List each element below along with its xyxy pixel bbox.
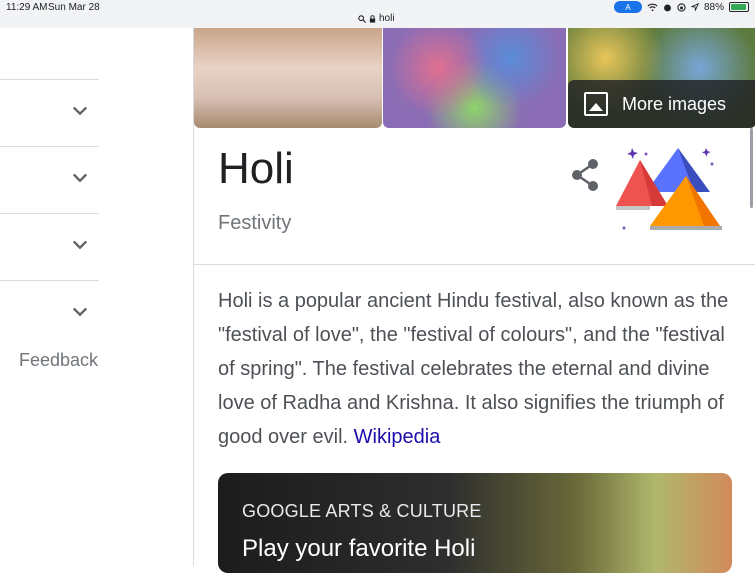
holi-image-2[interactable] [383,28,566,128]
card-headline: Play your favorite Holi [242,535,476,562]
arts-culture-card[interactable]: GOOGLE ARTS & CULTURE Play your favorite… [218,473,732,573]
share-icon[interactable] [570,158,600,192]
scrollbar[interactable] [750,128,753,208]
status-icons: A 88% [613,1,749,13]
left-panel: Feedback [0,28,100,566]
chevron-down-icon [72,106,88,116]
search-icon [358,14,366,23]
collapsible-row[interactable] [0,213,99,280]
url-text: holi [379,13,395,24]
chevron-down-icon [72,307,88,317]
collapsible-row[interactable] [0,280,99,347]
address-bar[interactable]: holi [358,13,395,24]
chevron-down-icon [72,240,88,250]
status-date: Sun Mar 28 [48,2,100,13]
collapsible-row[interactable] [0,146,99,213]
status-time: 11:29 AM [6,2,48,13]
wifi-icon [647,3,658,11]
lock-icon [369,14,376,23]
panel-title: Holi [218,144,294,193]
battery-percent: 88% [703,1,724,13]
status-bar: 11:29 AM Sun Mar 28 holi A 88% [0,0,755,28]
location-icon [690,3,699,11]
profile-pill-icon: A [613,1,642,13]
card-kicker: GOOGLE ARTS & CULTURE [242,501,482,521]
holi-image-3[interactable]: More images [568,28,755,128]
knowledge-panel: More images Holi Festivity Holi is a pop… [193,28,755,573]
battery-icon [729,2,749,12]
collapsible-row[interactable] [0,79,99,146]
lock-rotation-icon [677,2,686,12]
alarm-icon [664,4,671,11]
panel-description: Holi is a popular ancient Hindu festival… [218,284,738,454]
more-images-label: More images [622,93,727,114]
divider [194,264,755,265]
feedback-link[interactable]: Feedback [19,350,98,371]
image-icon [584,92,608,116]
holi-image-1[interactable] [194,28,382,128]
more-images-button[interactable]: More images [568,80,755,128]
description-text: Holi is a popular ancient Hindu festival… [218,290,729,448]
image-strip: More images [194,28,755,128]
holi-color-piles-icon [616,148,722,230]
wikipedia-link[interactable]: Wikipedia [354,426,441,448]
chevron-down-icon [72,173,88,183]
panel-subtitle: Festivity [218,212,292,234]
